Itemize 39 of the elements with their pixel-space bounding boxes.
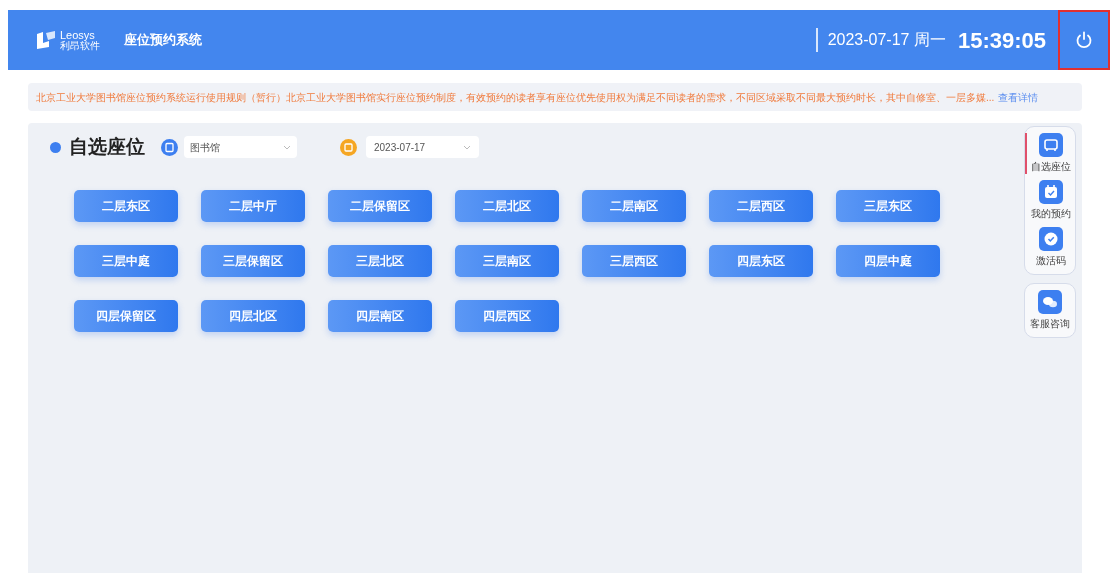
current-date: 2023-07-17 周一 (827, 30, 946, 50)
app-title: 座位预约系统 (124, 31, 202, 50)
service-item[interactable]: 客服咨询 (1030, 290, 1070, 331)
area-button[interactable]: 三层西区 (582, 244, 686, 277)
area-button[interactable]: 四层保留区 (74, 299, 178, 332)
area-button[interactable]: 四层南区 (328, 299, 432, 332)
chat-bubbles-icon (1038, 290, 1062, 314)
area-button[interactable]: 二层西区 (709, 189, 813, 222)
area-button[interactable]: 三层中庭 (74, 244, 178, 277)
area-button[interactable]: 二层东区 (74, 189, 178, 222)
area-button[interactable]: 四层北区 (201, 299, 305, 332)
chevron-icon (283, 144, 291, 150)
logo-subtitle: 利昂软件 (60, 40, 100, 51)
area-button[interactable]: 三层保留区 (201, 244, 305, 277)
library-select[interactable]: 图书馆 (184, 136, 297, 159)
area-button[interactable]: 二层南区 (582, 189, 686, 222)
side-menu-item[interactable]: 自选座位 (1025, 133, 1075, 174)
side-menu-item[interactable]: 激活码 (1025, 227, 1075, 268)
power-button[interactable] (1058, 10, 1110, 70)
area-button[interactable]: 三层北区 (328, 244, 432, 277)
power-icon (1075, 31, 1093, 49)
area-button[interactable]: 四层西区 (455, 299, 559, 332)
area-button[interactable]: 三层东区 (836, 189, 940, 222)
chevron-icon (463, 144, 471, 150)
badge-check-icon (1039, 227, 1063, 251)
logo-icon (36, 31, 56, 49)
section-title: 自选座位 (69, 135, 145, 159)
area-button[interactable]: 二层保留区 (328, 189, 432, 222)
current-time: 15:39:05 (957, 26, 1046, 55)
area-button[interactable]: 四层中庭 (836, 244, 940, 277)
side-menu-item[interactable]: 我的预约 (1025, 180, 1075, 221)
details-link[interactable]: 查看详情 (998, 89, 1039, 105)
date-select[interactable]: 2023-07-17 (366, 136, 479, 159)
notice-text: 北京工业大学图书馆座位预约系统运行使用规则（暂行）北京工业大学图书馆实行座位预约制度，有效预约的读者享有座位优先使用权为满足不同读者的需求，不同区域采取不同最大预约时长，其中自修室、一层多媒... (36, 90, 995, 105)
area-button[interactable]: 二层北区 (455, 189, 559, 222)
logo-name: Leosys (60, 29, 96, 41)
area-button[interactable]: 二层中厅 (201, 189, 305, 222)
area-button[interactable]: 三层南区 (455, 244, 559, 277)
area-button[interactable]: 四层东区 (709, 244, 813, 277)
